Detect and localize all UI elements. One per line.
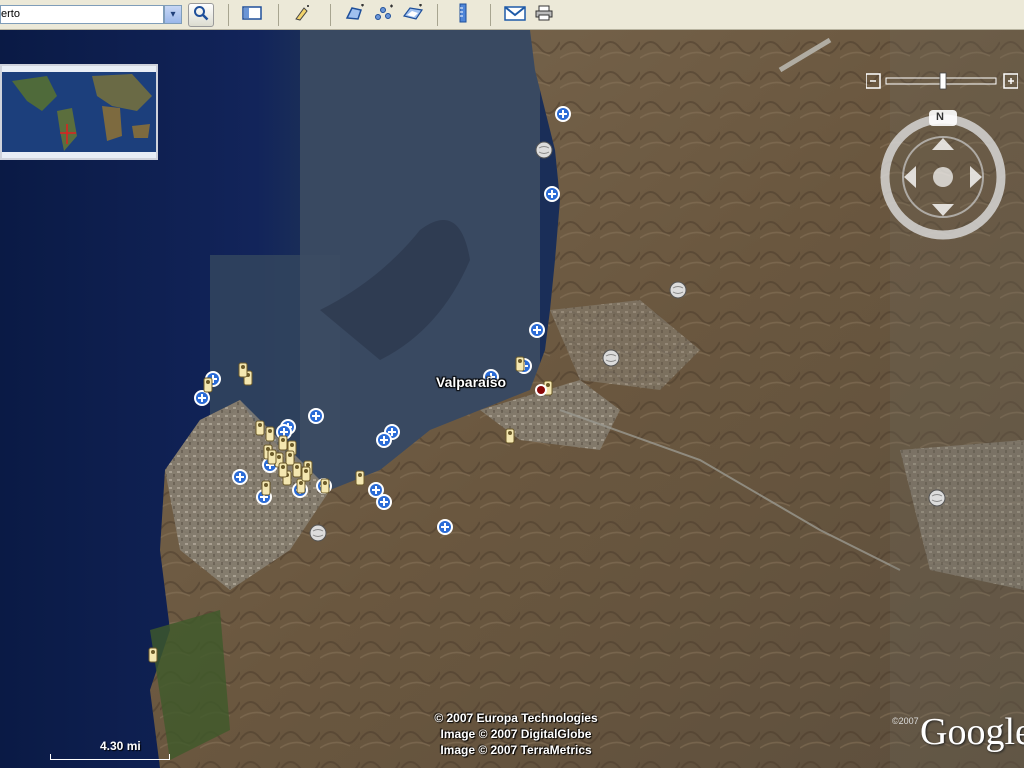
search-dropdown-button[interactable]: ▾ bbox=[164, 5, 182, 24]
navigation-compass[interactable]: N bbox=[876, 110, 1010, 244]
photo-placemark-icon[interactable] bbox=[144, 646, 162, 669]
globe-placemark-icon[interactable] bbox=[602, 349, 620, 372]
toolbar-separator bbox=[330, 4, 331, 26]
google-logo: Google bbox=[920, 711, 1024, 753]
ruler-icon bbox=[457, 3, 469, 27]
logo-year: ©2007 bbox=[892, 716, 919, 726]
blue-placemark-icon[interactable] bbox=[528, 321, 546, 344]
add-placemark-button[interactable] bbox=[290, 3, 316, 27]
globe-placemark-icon[interactable] bbox=[928, 489, 946, 512]
toolbar-separator bbox=[228, 4, 229, 26]
image-overlay-icon bbox=[402, 3, 424, 26]
add-polygon-button[interactable] bbox=[342, 3, 368, 27]
photo-placemark-icon[interactable] bbox=[257, 479, 275, 502]
photo-placemark-icon[interactable] bbox=[234, 361, 252, 384]
blue-placemark-icon[interactable] bbox=[543, 185, 561, 208]
toolbar-separator bbox=[490, 4, 491, 26]
search-button[interactable] bbox=[188, 3, 214, 27]
toolbar-separator bbox=[278, 4, 279, 26]
blue-placemark-icon[interactable] bbox=[375, 493, 393, 516]
overview-map[interactable] bbox=[0, 64, 158, 160]
globe-placemark-icon[interactable] bbox=[669, 281, 687, 304]
blue-placemark-icon[interactable] bbox=[307, 407, 325, 430]
print-button[interactable] bbox=[531, 3, 557, 27]
photo-placemark-icon[interactable] bbox=[511, 355, 529, 378]
toolbar: erto ▾ bbox=[0, 0, 1024, 30]
world-map-thumbnail bbox=[2, 66, 156, 158]
blue-placemark-icon[interactable] bbox=[436, 518, 454, 541]
add-image-overlay-button[interactable] bbox=[400, 3, 426, 27]
magnifier-icon bbox=[193, 5, 209, 25]
satellite-map[interactable]: N Valparaíso © 2007 Europa Technologies … bbox=[0, 30, 1024, 768]
ruler-button[interactable] bbox=[450, 3, 476, 27]
photo-placemark-icon[interactable] bbox=[501, 427, 519, 450]
blue-placemark-icon[interactable] bbox=[231, 468, 249, 491]
scale-bar bbox=[50, 754, 170, 760]
email-button[interactable] bbox=[502, 3, 528, 27]
copyright-line: Image © 2007 DigitalGlobe bbox=[440, 727, 592, 741]
photo-placemark-icon[interactable] bbox=[316, 477, 334, 500]
add-path-button[interactable] bbox=[371, 3, 397, 27]
search-input[interactable]: erto bbox=[0, 5, 164, 24]
email-icon bbox=[504, 5, 526, 25]
sidebar-toggle-icon bbox=[242, 5, 262, 25]
photo-placemark-icon[interactable] bbox=[297, 465, 315, 488]
blue-placemark-icon[interactable] bbox=[375, 431, 393, 454]
blue-placemark-icon[interactable] bbox=[554, 105, 572, 128]
place-label[interactable]: Valparaíso bbox=[436, 374, 506, 390]
copyright-line: © 2007 Europa Technologies bbox=[434, 711, 598, 725]
add-placemark-icon bbox=[292, 4, 314, 26]
city-dot-icon[interactable] bbox=[534, 383, 548, 397]
photo-placemark-icon[interactable] bbox=[351, 469, 369, 492]
photo-placemark-icon[interactable] bbox=[274, 461, 292, 484]
add-polygon-icon bbox=[344, 3, 366, 26]
globe-placemark-icon[interactable] bbox=[535, 141, 553, 164]
toolbar-separator bbox=[437, 4, 438, 26]
globe-placemark-icon[interactable] bbox=[309, 524, 327, 547]
zoom-slider[interactable] bbox=[865, 72, 1019, 90]
scale-label: 4.30 mi bbox=[100, 739, 141, 753]
sidebar-toggle-button[interactable] bbox=[239, 3, 265, 27]
copyright-line: Image © 2007 TerraMetrics bbox=[440, 743, 592, 757]
compass-north-label: N bbox=[936, 111, 944, 123]
zoom-thumb bbox=[939, 72, 947, 90]
print-icon bbox=[535, 5, 553, 25]
add-path-icon bbox=[373, 4, 395, 26]
copyright-notice: © 2007 Europa Technologies Image © 2007 … bbox=[410, 710, 622, 758]
photo-placemark-icon[interactable] bbox=[199, 376, 217, 399]
